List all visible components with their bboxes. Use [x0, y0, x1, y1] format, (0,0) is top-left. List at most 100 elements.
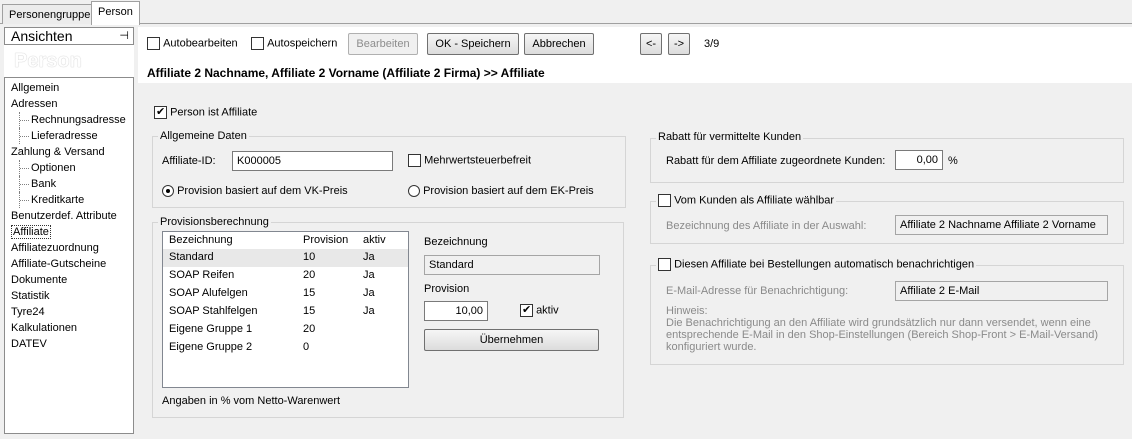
- tree-item-label: Bank: [31, 178, 57, 190]
- tab-strip: Personengruppe Person: [0, 0, 1132, 25]
- radio-ek-preis[interactable]: Provision basiert auf dem EK-Preis: [408, 185, 594, 198]
- prev-record-button[interactable]: <-: [640, 33, 662, 55]
- tree-item[interactable]: Affiliatezuordnung: [5, 240, 133, 256]
- checkbox-box[interactable]: [658, 194, 671, 207]
- tree-item[interactable]: Rechnungsadresse: [5, 112, 133, 128]
- table-cell: Eigene Gruppe 2: [169, 341, 253, 353]
- waehlbar-title: Vom Kunden als Affiliate wählbar: [674, 194, 835, 207]
- ok-speichern-button[interactable]: OK - Speichern: [427, 33, 519, 55]
- provision-footnote: Angaben in % vom Netto-Warenwert: [162, 395, 341, 407]
- tree-item[interactable]: Lieferadresse: [5, 128, 133, 144]
- radio-button[interactable]: [162, 185, 174, 198]
- checkbox-box[interactable]: [658, 258, 671, 271]
- benachrichtigen-checkbox[interactable]: Diesen Affiliate bei Bestellungen automa…: [656, 258, 977, 271]
- mwst-befreit-label: Mehrwertsteuerbefreit: [424, 154, 532, 167]
- table-header: Bezeichnung Provision aktiv: [163, 232, 408, 249]
- table-row[interactable]: Standard 10 Ja: [163, 249, 408, 267]
- tree-item[interactable]: Bank: [5, 176, 133, 192]
- mwst-befreit-checkbox[interactable]: Mehrwertsteuerbefreit: [408, 154, 531, 167]
- allgemeine-daten-title: Allgemeine Daten: [158, 130, 249, 142]
- table-cell: 20: [303, 269, 316, 281]
- tree-item-label: Affiliate: [11, 225, 51, 239]
- record-position: 3/9: [704, 38, 720, 50]
- provision-table[interactable]: Bezeichnung Provision aktiv Standard 10 Ja SOA…: [162, 231, 409, 388]
- provisionsberechnung-title: Provisionsberechnung: [158, 216, 271, 228]
- uebernehmen-button[interactable]: Übernehmen: [424, 329, 599, 351]
- provision-label: Provision: [424, 283, 470, 295]
- waehlbar-input[interactable]: Affiliate 2 Nachname Affiliate 2 Vorname: [895, 215, 1108, 235]
- affiliate-id-label: Affiliate-ID:: [162, 155, 216, 167]
- tree-item[interactable]: Kreditkarte: [5, 192, 133, 208]
- table-row[interactable]: SOAP Reifen 20 Ja: [163, 267, 408, 285]
- tree-item[interactable]: Adressen: [5, 96, 133, 112]
- table-cell: Standard: [169, 251, 214, 263]
- hint-line: konfiguriert wurde.: [666, 341, 757, 353]
- bezeichnung-input[interactable]: Standard: [424, 255, 600, 275]
- aktiv-label: aktiv: [536, 304, 559, 317]
- table-cell: 0: [303, 341, 310, 353]
- checkbox-box[interactable]: [154, 105, 167, 119]
- tab-person[interactable]: Person: [91, 1, 140, 25]
- rabatt-title: Rabatt für vermittelte Kunden: [656, 131, 804, 143]
- tree-item[interactable]: Dokumente: [5, 272, 133, 288]
- table-row[interactable]: SOAP Stahlfelgen 15 Ja: [163, 303, 408, 321]
- pin-icon[interactable]: ⊣: [119, 28, 129, 44]
- checkbox-box[interactable]: [408, 154, 421, 167]
- tree-item[interactable]: Affiliate-Gutscheine: [5, 256, 133, 272]
- waehlbar-checkbox[interactable]: Vom Kunden als Affiliate wählbar: [656, 194, 837, 207]
- tree-item[interactable]: Affiliate: [5, 224, 133, 240]
- table-cell: 15: [303, 287, 316, 299]
- checkbox-box[interactable]: [251, 37, 264, 50]
- column-header[interactable]: Bezeichnung: [169, 234, 233, 246]
- autospeichern-checkbox[interactable]: Autospeichern: [251, 37, 337, 50]
- tree-item[interactable]: DATEV: [5, 336, 133, 352]
- table-cell: SOAP Stahlfelgen: [169, 305, 258, 317]
- tree-item[interactable]: Benutzerdef. Attribute: [5, 208, 133, 224]
- tab-personengruppe[interactable]: Personengruppe: [2, 4, 98, 24]
- column-header[interactable]: aktiv: [363, 234, 386, 246]
- provision-input[interactable]: 10,00: [424, 301, 488, 321]
- section-header: Person: [4, 45, 134, 77]
- checkbox-box[interactable]: [520, 303, 533, 317]
- tree-item[interactable]: Tyre24: [5, 304, 133, 320]
- tree-item[interactable]: Statistik: [5, 288, 133, 304]
- affiliate-id-input[interactable]: K000005: [232, 151, 393, 171]
- column-header[interactable]: Provision: [303, 234, 348, 246]
- tree-item-label: Dokumente: [11, 274, 68, 286]
- rabatt-label: Rabatt für dem Affiliate zugeordnete Kun…: [666, 155, 886, 167]
- tree-item[interactable]: Kalkulationen: [5, 320, 133, 336]
- ansichten-header: Ansichten ⊣: [4, 27, 134, 45]
- autobearbeiten-checkbox[interactable]: Autobearbeiten: [147, 37, 238, 50]
- radio-button[interactable]: [408, 185, 420, 198]
- rabatt-unit: %: [948, 155, 958, 167]
- tree-item[interactable]: Optionen: [5, 160, 133, 176]
- table-row[interactable]: Eigene Gruppe 2 0: [163, 339, 408, 357]
- tree-item[interactable]: Zahlung & Versand: [5, 144, 133, 160]
- person-ist-affiliate-label: Person ist Affiliate: [170, 106, 258, 119]
- abbrechen-button[interactable]: Abbrechen: [524, 33, 594, 55]
- radio-vk-label: Provision basiert auf dem VK-Preis: [177, 185, 348, 198]
- table-row[interactable]: SOAP Alufelgen 15 Ja: [163, 285, 408, 303]
- allgemeine-daten-group: [152, 136, 626, 208]
- bearbeiten-button[interactable]: Bearbeiten: [348, 33, 418, 55]
- table-cell: SOAP Reifen: [169, 269, 235, 281]
- checkbox-box[interactable]: [147, 37, 160, 50]
- radio-vk-preis[interactable]: Provision basiert auf dem VK-Preis: [162, 185, 348, 198]
- navigation-tree: Allgemein Adressen Rechnungsadresse Liefera…: [4, 77, 134, 434]
- rabatt-input[interactable]: 0,00: [895, 150, 943, 170]
- autospeichern-label: Autospeichern: [267, 37, 338, 50]
- section-header-label: Person: [14, 50, 82, 72]
- table-cell: Ja: [363, 251, 375, 263]
- aktiv-checkbox[interactable]: aktiv: [520, 303, 559, 317]
- table-cell: Ja: [363, 305, 375, 317]
- table-row[interactable]: Eigene Gruppe 1 20: [163, 321, 408, 339]
- email-input[interactable]: Affiliate 2 E-Mail: [895, 281, 1108, 301]
- breadcrumb: Affiliate 2 Nachname, Affiliate 2 Vornam…: [147, 66, 545, 80]
- person-ist-affiliate-checkbox[interactable]: Person ist Affiliate: [154, 105, 258, 119]
- table-cell: Eigene Gruppe 1: [169, 323, 253, 335]
- next-record-button[interactable]: ->: [668, 33, 690, 55]
- hint-text: Hinweis: Die Benachrichtigung an den Aff…: [666, 305, 1098, 353]
- tree-item-label: Rechnungsadresse: [31, 114, 126, 126]
- tree-item[interactable]: Allgemein: [5, 80, 133, 96]
- table-cell: 15: [303, 305, 316, 317]
